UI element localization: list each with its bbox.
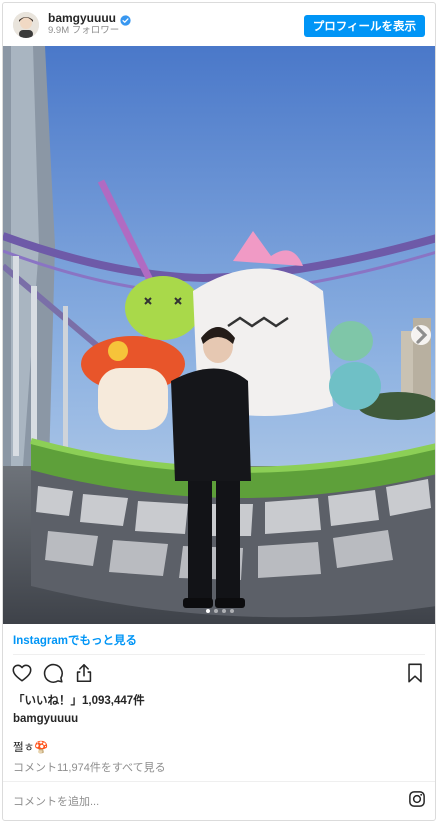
caption-username[interactable]: bamgyuuuu (13, 713, 78, 725)
avatar[interactable] (13, 11, 39, 38)
instagram-embed-card: bamgyuuuu 9.9M フォロワー プロフィールを表示 Instagram… (2, 2, 436, 821)
carousel-dot (214, 609, 218, 613)
view-all-comments-link[interactable]: コメント11,974件をすべて見る (13, 759, 166, 775)
post-photo (3, 46, 435, 624)
user-info: bamgyuuuu 9.9M フォロワー (48, 11, 131, 38)
carousel-indicator (206, 609, 234, 613)
heart-icon[interactable] (11, 662, 33, 684)
verified-badge-icon (120, 13, 131, 26)
divider (13, 654, 425, 655)
view-profile-button[interactable]: プロフィールを表示 (303, 15, 425, 37)
caption-text: 쩔ㅎ🍄 (13, 742, 49, 754)
like-count[interactable]: 「いいね！」1,093,447件 (13, 692, 145, 708)
view-more-on-instagram-link[interactable]: Instagramでもっと見る (13, 632, 137, 648)
carousel-dot (206, 609, 210, 613)
bookmark-icon[interactable] (404, 662, 426, 684)
share-icon[interactable] (73, 662, 95, 684)
username[interactable]: bamgyuuuu (48, 11, 116, 26)
post-header: bamgyuuuu 9.9M フォロワー プロフィールを表示 (3, 3, 435, 46)
carousel-dot (222, 609, 226, 613)
post-image[interactable] (3, 46, 435, 624)
carousel-dot (230, 609, 234, 613)
follower-count: 9.9M フォロワー (48, 25, 120, 37)
carousel-next-button[interactable] (411, 325, 431, 345)
instagram-logo-icon[interactable] (408, 790, 426, 808)
chevron-right-icon (416, 326, 428, 344)
comment-icon[interactable] (42, 662, 64, 684)
username-row: bamgyuuuu (48, 11, 131, 26)
action-bar (11, 662, 95, 684)
divider (3, 781, 435, 782)
add-comment-input[interactable]: コメントを追加... (13, 793, 99, 809)
